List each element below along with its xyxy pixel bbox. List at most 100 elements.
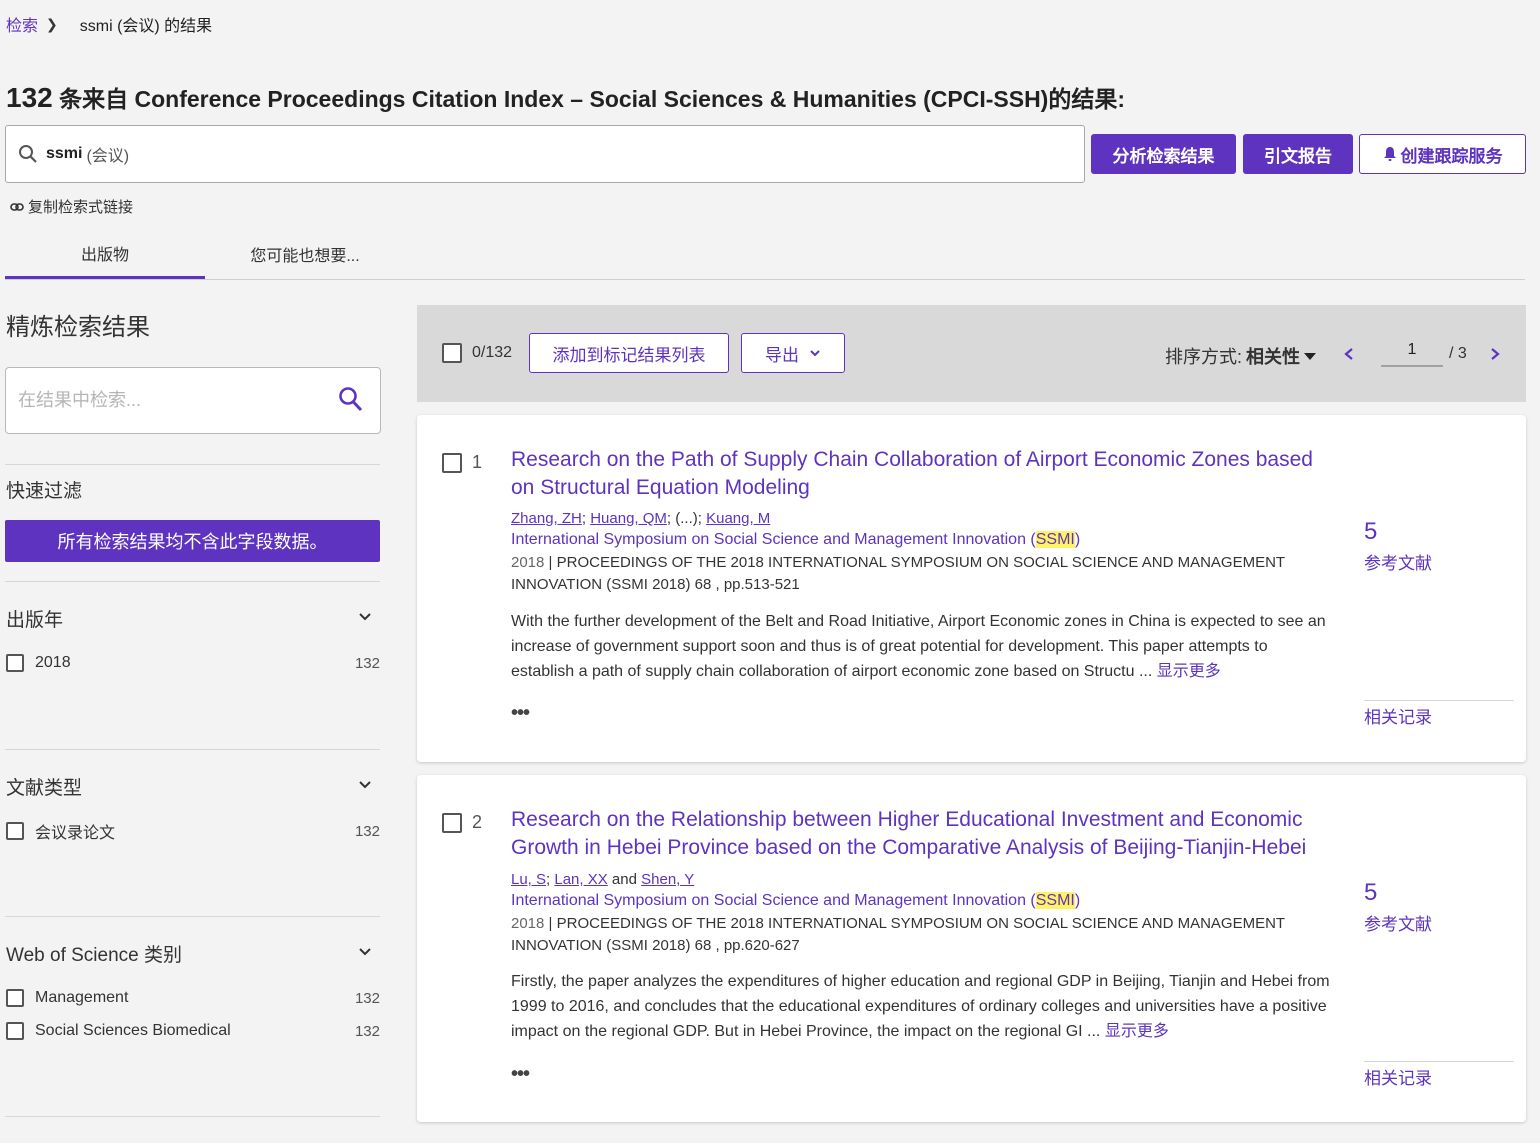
create-alert-label: 创建跟踪服务	[1400, 146, 1503, 166]
selected-count: 0/132	[472, 344, 513, 361]
record-year: 2018	[511, 915, 545, 932]
facet-option-label: Social Sciences Biomedical	[35, 1022, 231, 1039]
tab-you-may-also-like[interactable]: 您可能也想要...	[205, 230, 405, 278]
select-all[interactable]: 0/132	[442, 343, 512, 363]
conference-highlight: SSMI	[1035, 531, 1075, 548]
sort-dropdown[interactable]: 排序方式: 相关性	[1165, 343, 1317, 369]
author-link[interactable]: Kuang, M	[706, 510, 770, 527]
references-label[interactable]: 参考文献	[1364, 549, 1432, 574]
citation-report-button[interactable]: 引文报告	[1243, 134, 1353, 174]
query-box[interactable]: ssmi (会议)	[5, 125, 1085, 183]
references-label[interactable]: 参考文献	[1364, 910, 1432, 935]
facet-option-proceedings-paper[interactable]: 会议录论文 132	[6, 819, 380, 843]
chevron-left-icon[interactable]	[1343, 347, 1355, 361]
facet-option-label: Management	[35, 989, 129, 1006]
facet-option-management[interactable]: Management 132	[6, 986, 380, 1010]
show-more-link[interactable]: 显示更多	[1157, 663, 1221, 680]
checkbox[interactable]	[6, 989, 24, 1007]
refine-search-box	[5, 367, 381, 434]
checkbox[interactable]	[6, 822, 24, 840]
sort-label: 排序方式:	[1165, 347, 1243, 367]
results-toolbar: 0/132 添加到标记结果列表 导出 排序方式: 相关性 / 3	[417, 305, 1526, 402]
facet-title-wos-category: Web of Science 类别	[6, 945, 183, 966]
create-alert-button[interactable]: 创建跟踪服务	[1359, 134, 1526, 174]
facet-option-social-sciences-biomedical[interactable]: Social Sciences Biomedical 132	[6, 1019, 380, 1043]
related-records-link[interactable]: 相关记录	[1364, 1064, 1432, 1089]
search-icon	[339, 387, 363, 412]
facet-option-label: 2018	[35, 654, 71, 671]
divider	[5, 1116, 380, 1117]
query-term: ssmi	[46, 145, 83, 162]
record-checkbox[interactable]	[442, 453, 462, 473]
references-count[interactable]: 5	[1364, 518, 1377, 546]
checkbox[interactable]	[6, 654, 24, 672]
quick-filter-title: 快速过滤	[6, 481, 83, 502]
record-index: 1	[472, 452, 483, 472]
more-options-icon[interactable]: •••	[511, 702, 530, 725]
sort-value: 相关性	[1246, 347, 1301, 367]
breadcrumb-search-link[interactable]: 检索	[6, 12, 38, 36]
conference-highlight: SSMI	[1035, 892, 1075, 909]
record-abstract: With the further development of the Belt…	[511, 609, 1331, 684]
refine-search-button[interactable]	[338, 386, 364, 419]
author-link[interactable]: Lan, XX	[554, 871, 607, 888]
facet-option-count: 132	[354, 1022, 380, 1040]
facet-option-2018[interactable]: 2018 132	[6, 651, 380, 675]
bell-icon	[1383, 147, 1396, 161]
add-to-marked-list-button[interactable]: 添加到标记结果列表	[529, 333, 729, 373]
record-checkbox[interactable]	[442, 813, 462, 833]
record-title-link[interactable]: Research on the Relationship between Hig…	[511, 806, 1331, 862]
record-source-text: | PROCEEDINGS OF THE 2018 INTERNATIONAL …	[511, 554, 1285, 593]
analyze-results-button[interactable]: 分析检索结果	[1091, 134, 1236, 174]
page-number-input[interactable]	[1381, 341, 1443, 367]
breadcrumb-current: ssmi (会议) 的结果	[79, 18, 213, 35]
more-options-icon[interactable]: •••	[511, 1063, 530, 1086]
result-count: 132	[6, 82, 53, 113]
total-pages: / 3	[1449, 345, 1467, 362]
chevron-down-icon[interactable]	[358, 778, 372, 792]
divider	[5, 464, 380, 465]
search-icon	[19, 145, 37, 163]
chevron-right-icon[interactable]	[1489, 347, 1501, 361]
record-authors: Lu, S; Lan, XX and Shen, Y	[511, 871, 694, 888]
author-link[interactable]: Huang, QM	[590, 510, 667, 527]
record-title-link[interactable]: Research on the Path of Supply Chain Col…	[511, 446, 1331, 502]
conference-name: International Symposium on Social Scienc…	[511, 531, 1036, 548]
divider	[5, 581, 380, 582]
show-more-link[interactable]: 显示更多	[1105, 1023, 1169, 1040]
author-link[interactable]: Zhang, ZH	[511, 510, 582, 527]
record-conference[interactable]: International Symposium on Social Scienc…	[511, 531, 1080, 549]
facet-title-doc-type: 文献类型	[6, 778, 83, 799]
record-source-text: | PROCEEDINGS OF THE 2018 INTERNATIONAL …	[511, 915, 1285, 954]
facet-option-count: 132	[354, 654, 380, 672]
references-count[interactable]: 5	[1364, 879, 1377, 907]
author-link[interactable]: Lu, S	[511, 871, 546, 888]
author-separator: and	[607, 871, 642, 888]
tab-publications[interactable]: 出版物	[5, 230, 205, 279]
author-separator: ;	[581, 510, 591, 527]
abstract-text: Firstly, the paper analyzes the expendit…	[511, 973, 1330, 1040]
author-link[interactable]: Shen, Y	[641, 871, 694, 888]
page-title-text: 条来自 Conference Proceedings Citation Inde…	[52, 86, 1126, 112]
export-button[interactable]: 导出	[741, 333, 845, 373]
select-all-checkbox[interactable]	[442, 343, 462, 363]
copy-query-link-label: 复制检索式链接	[28, 199, 134, 216]
result-tabs: 出版物 您可能也想要...	[5, 230, 1525, 280]
checkbox[interactable]	[6, 1022, 24, 1040]
record-conference[interactable]: International Symposium on Social Scienc…	[511, 892, 1080, 910]
result-record: 1 Research on the Path of Supply Chain C…	[417, 415, 1526, 762]
related-records-link[interactable]: 相关记录	[1364, 703, 1432, 728]
copy-query-link[interactable]: 复制检索式链接	[10, 196, 133, 217]
chevron-down-icon[interactable]	[358, 945, 372, 959]
breadcrumb: 检索 ❯ ssmi (会议) 的结果	[6, 12, 212, 36]
link-icon	[10, 202, 24, 211]
author-separator: ; (...);	[666, 510, 707, 527]
caret-down-icon	[1304, 353, 1317, 360]
export-label: 导出	[765, 345, 799, 365]
refine-search-input[interactable]	[18, 390, 318, 411]
chevron-down-icon[interactable]	[358, 610, 372, 624]
divider	[1364, 700, 1514, 701]
page-title: 132 条来自 Conference Proceedings Citation …	[6, 80, 1125, 114]
record-abstract: Firstly, the paper analyzes the expendit…	[511, 969, 1331, 1044]
chevron-right-icon: ❯	[46, 15, 58, 32]
